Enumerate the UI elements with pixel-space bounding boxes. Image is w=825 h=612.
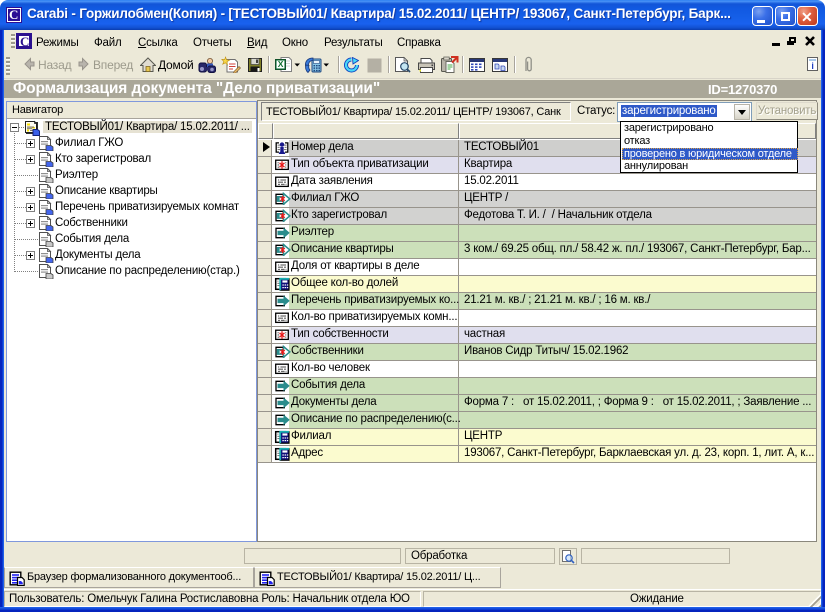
svg-text:i: i xyxy=(811,61,813,71)
svg-text:X: X xyxy=(278,59,284,69)
